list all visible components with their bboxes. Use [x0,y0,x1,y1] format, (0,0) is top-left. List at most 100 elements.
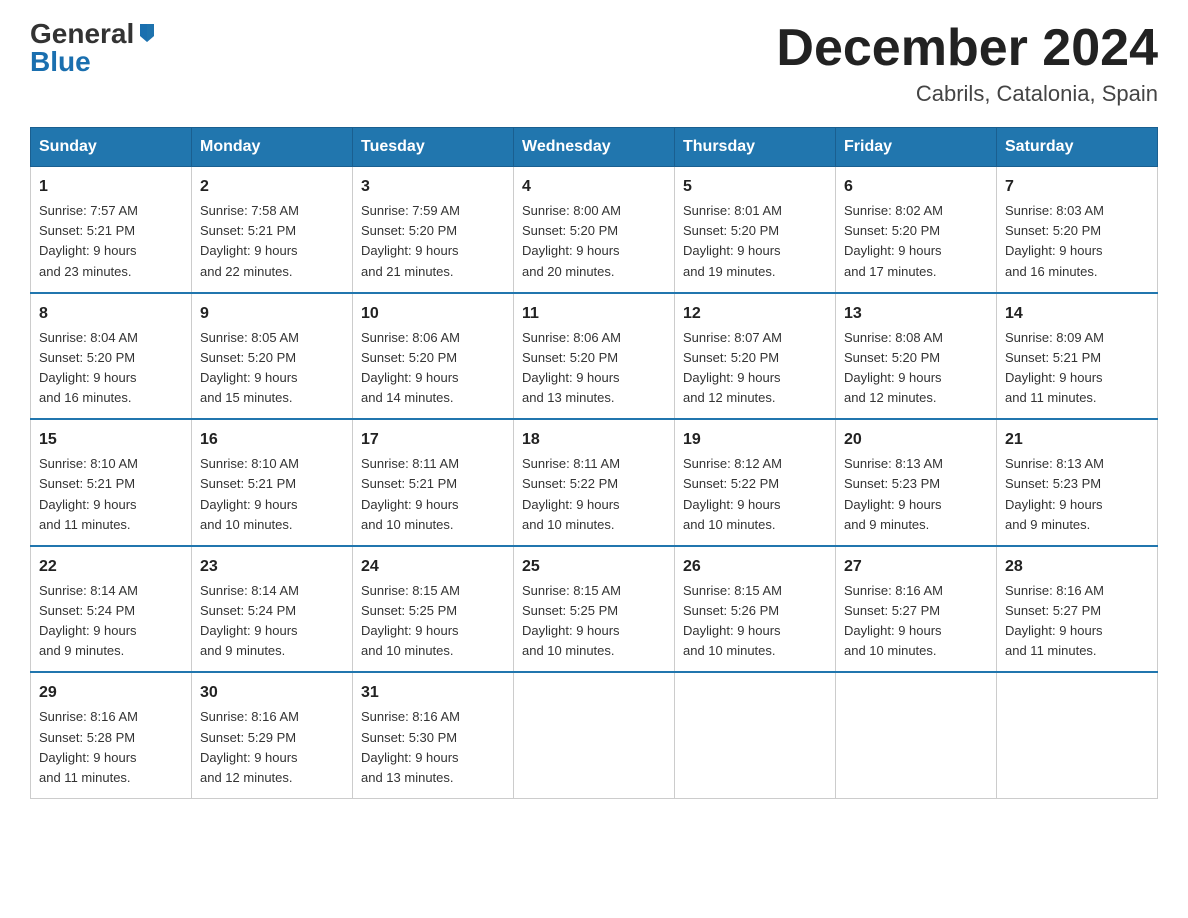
day-info: Sunrise: 8:16 AM Sunset: 5:28 PM Dayligh… [39,707,183,788]
calendar-cell: 3Sunrise: 7:59 AM Sunset: 5:20 PM Daylig… [353,167,514,293]
logo-general-text: General [30,20,134,48]
day-info: Sunrise: 7:59 AM Sunset: 5:20 PM Dayligh… [361,201,505,282]
calendar-table: SundayMondayTuesdayWednesdayThursdayFrid… [30,127,1158,799]
day-number: 19 [683,428,827,452]
calendar-cell: 9Sunrise: 8:05 AM Sunset: 5:20 PM Daylig… [192,293,353,420]
title-area: December 2024 Cabrils, Catalonia, Spain [776,20,1158,107]
day-info: Sunrise: 8:14 AM Sunset: 5:24 PM Dayligh… [200,581,344,662]
day-number: 4 [522,175,666,199]
day-info: Sunrise: 8:16 AM Sunset: 5:27 PM Dayligh… [844,581,988,662]
calendar-cell [514,672,675,798]
day-number: 18 [522,428,666,452]
weekday-header-monday: Monday [192,128,353,167]
day-number: 13 [844,302,988,326]
calendar-cell: 16Sunrise: 8:10 AM Sunset: 5:21 PM Dayli… [192,419,353,546]
calendar-cell: 24Sunrise: 8:15 AM Sunset: 5:25 PM Dayli… [353,546,514,673]
day-info: Sunrise: 8:05 AM Sunset: 5:20 PM Dayligh… [200,328,344,409]
calendar-cell [997,672,1158,798]
day-info: Sunrise: 8:00 AM Sunset: 5:20 PM Dayligh… [522,201,666,282]
day-info: Sunrise: 8:16 AM Sunset: 5:29 PM Dayligh… [200,707,344,788]
day-number: 8 [39,302,183,326]
calendar-week-row: 22Sunrise: 8:14 AM Sunset: 5:24 PM Dayli… [31,546,1158,673]
day-number: 20 [844,428,988,452]
day-number: 1 [39,175,183,199]
calendar-cell: 1Sunrise: 7:57 AM Sunset: 5:21 PM Daylig… [31,167,192,293]
calendar-cell: 10Sunrise: 8:06 AM Sunset: 5:20 PM Dayli… [353,293,514,420]
calendar-cell: 15Sunrise: 8:10 AM Sunset: 5:21 PM Dayli… [31,419,192,546]
calendar-cell [836,672,997,798]
day-info: Sunrise: 8:07 AM Sunset: 5:20 PM Dayligh… [683,328,827,409]
day-number: 14 [1005,302,1149,326]
calendar-week-row: 29Sunrise: 8:16 AM Sunset: 5:28 PM Dayli… [31,672,1158,798]
day-info: Sunrise: 8:06 AM Sunset: 5:20 PM Dayligh… [361,328,505,409]
calendar-cell: 5Sunrise: 8:01 AM Sunset: 5:20 PM Daylig… [675,167,836,293]
calendar-cell: 31Sunrise: 8:16 AM Sunset: 5:30 PM Dayli… [353,672,514,798]
calendar-cell: 28Sunrise: 8:16 AM Sunset: 5:27 PM Dayli… [997,546,1158,673]
day-number: 10 [361,302,505,326]
day-info: Sunrise: 8:13 AM Sunset: 5:23 PM Dayligh… [1005,454,1149,535]
calendar-title: December 2024 [776,20,1158,77]
day-number: 24 [361,555,505,579]
day-info: Sunrise: 8:09 AM Sunset: 5:21 PM Dayligh… [1005,328,1149,409]
day-number: 12 [683,302,827,326]
day-number: 23 [200,555,344,579]
day-number: 5 [683,175,827,199]
day-info: Sunrise: 8:15 AM Sunset: 5:25 PM Dayligh… [522,581,666,662]
calendar-cell: 19Sunrise: 8:12 AM Sunset: 5:22 PM Dayli… [675,419,836,546]
calendar-week-row: 8Sunrise: 8:04 AM Sunset: 5:20 PM Daylig… [31,293,1158,420]
calendar-cell: 17Sunrise: 8:11 AM Sunset: 5:21 PM Dayli… [353,419,514,546]
day-info: Sunrise: 8:08 AM Sunset: 5:20 PM Dayligh… [844,328,988,409]
calendar-cell: 20Sunrise: 8:13 AM Sunset: 5:23 PM Dayli… [836,419,997,546]
day-info: Sunrise: 8:04 AM Sunset: 5:20 PM Dayligh… [39,328,183,409]
day-number: 2 [200,175,344,199]
day-info: Sunrise: 8:15 AM Sunset: 5:25 PM Dayligh… [361,581,505,662]
calendar-body: 1Sunrise: 7:57 AM Sunset: 5:21 PM Daylig… [31,167,1158,799]
logo: General Blue [30,20,158,76]
day-info: Sunrise: 8:12 AM Sunset: 5:22 PM Dayligh… [683,454,827,535]
logo-blue-text: Blue [30,48,91,76]
logo-flag-icon [136,22,158,44]
weekday-header-sunday: Sunday [31,128,192,167]
calendar-cell: 26Sunrise: 8:15 AM Sunset: 5:26 PM Dayli… [675,546,836,673]
calendar-cell: 18Sunrise: 8:11 AM Sunset: 5:22 PM Dayli… [514,419,675,546]
calendar-cell: 25Sunrise: 8:15 AM Sunset: 5:25 PM Dayli… [514,546,675,673]
calendar-subtitle: Cabrils, Catalonia, Spain [776,81,1158,107]
day-number: 28 [1005,555,1149,579]
calendar-cell: 13Sunrise: 8:08 AM Sunset: 5:20 PM Dayli… [836,293,997,420]
day-info: Sunrise: 8:11 AM Sunset: 5:22 PM Dayligh… [522,454,666,535]
day-info: Sunrise: 8:10 AM Sunset: 5:21 PM Dayligh… [39,454,183,535]
day-number: 22 [39,555,183,579]
day-number: 6 [844,175,988,199]
calendar-cell: 27Sunrise: 8:16 AM Sunset: 5:27 PM Dayli… [836,546,997,673]
day-number: 26 [683,555,827,579]
day-info: Sunrise: 7:58 AM Sunset: 5:21 PM Dayligh… [200,201,344,282]
calendar-cell: 12Sunrise: 8:07 AM Sunset: 5:20 PM Dayli… [675,293,836,420]
day-number: 21 [1005,428,1149,452]
calendar-cell: 30Sunrise: 8:16 AM Sunset: 5:29 PM Dayli… [192,672,353,798]
calendar-week-row: 15Sunrise: 8:10 AM Sunset: 5:21 PM Dayli… [31,419,1158,546]
day-info: Sunrise: 8:10 AM Sunset: 5:21 PM Dayligh… [200,454,344,535]
day-info: Sunrise: 8:01 AM Sunset: 5:20 PM Dayligh… [683,201,827,282]
day-number: 27 [844,555,988,579]
day-number: 3 [361,175,505,199]
weekday-header-thursday: Thursday [675,128,836,167]
day-number: 29 [39,681,183,705]
day-info: Sunrise: 8:06 AM Sunset: 5:20 PM Dayligh… [522,328,666,409]
day-number: 15 [39,428,183,452]
weekday-header-wednesday: Wednesday [514,128,675,167]
calendar-cell: 2Sunrise: 7:58 AM Sunset: 5:21 PM Daylig… [192,167,353,293]
day-number: 25 [522,555,666,579]
day-number: 31 [361,681,505,705]
day-number: 9 [200,302,344,326]
day-number: 30 [200,681,344,705]
day-info: Sunrise: 8:11 AM Sunset: 5:21 PM Dayligh… [361,454,505,535]
day-info: Sunrise: 8:16 AM Sunset: 5:27 PM Dayligh… [1005,581,1149,662]
calendar-header: SundayMondayTuesdayWednesdayThursdayFrid… [31,128,1158,167]
calendar-cell: 14Sunrise: 8:09 AM Sunset: 5:21 PM Dayli… [997,293,1158,420]
day-number: 7 [1005,175,1149,199]
calendar-week-row: 1Sunrise: 7:57 AM Sunset: 5:21 PM Daylig… [31,167,1158,293]
weekday-header-tuesday: Tuesday [353,128,514,167]
day-info: Sunrise: 8:14 AM Sunset: 5:24 PM Dayligh… [39,581,183,662]
day-info: Sunrise: 8:03 AM Sunset: 5:20 PM Dayligh… [1005,201,1149,282]
page-header: General Blue December 2024 Cabrils, Cata… [30,20,1158,107]
